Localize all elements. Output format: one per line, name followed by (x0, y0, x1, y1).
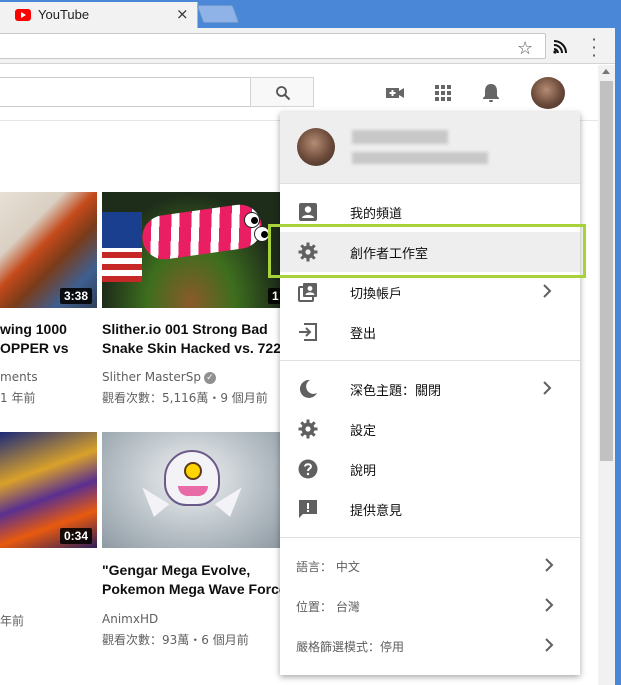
menu-item-switch-account[interactable]: 切換帳戶 (280, 272, 580, 312)
snake-eye (254, 226, 270, 242)
switch-account-icon (298, 283, 317, 302)
menu-item-label: 嚴格篩選模式：停用 (296, 640, 405, 654)
menu-item-label: 提供意見 (350, 504, 403, 519)
moon-icon (299, 379, 317, 398)
menu-item-label: 創作者工作室 (350, 247, 429, 262)
menu-item-settings[interactable]: 設定 (280, 409, 580, 449)
gengar-spike (214, 481, 250, 517)
notifications-bell-icon[interactable] (480, 82, 502, 104)
menu-item-my-channel[interactable]: 我的頻道 (280, 192, 580, 232)
chevron-right-icon (545, 598, 554, 612)
video-thumbnail-1[interactable]: 3:38 (0, 192, 97, 308)
menu-item-label: 設定 (350, 424, 377, 439)
menu-item-sign-out[interactable]: 登出 (280, 312, 580, 352)
page-scrollbar[interactable] (598, 65, 615, 685)
video-meta: 觀看次數：5,116萬・9 個月前 (102, 391, 268, 405)
video-duration: 1 (268, 288, 280, 304)
account-email-redacted (352, 152, 488, 164)
youtube-favicon-icon (15, 9, 31, 21)
search-icon (276, 86, 291, 101)
account-avatar (297, 128, 335, 166)
video-channel[interactable]: AnimxHD (102, 610, 158, 628)
video-meta: 年前 (0, 614, 25, 628)
video-title[interactable]: OPPER vs (0, 339, 68, 358)
address-bar[interactable]: ☆ (0, 33, 546, 59)
video-title[interactable]: "Gengar Mega Evolve, (102, 561, 250, 580)
chevron-right-icon (543, 381, 552, 395)
menu-item-language[interactable]: 語言： 中文 (280, 546, 580, 586)
upload-video-icon[interactable] (384, 82, 406, 104)
snake-image (139, 201, 265, 263)
menu-item-restricted-mode[interactable]: 嚴格篩選模式：停用 (280, 626, 580, 666)
menu-item-label: 語言： 中文 (296, 560, 360, 574)
chevron-right-icon (545, 558, 554, 572)
account-name-redacted (352, 130, 448, 144)
search-input[interactable] (0, 77, 250, 107)
gengar-mouth (178, 486, 208, 496)
snake-eye (244, 212, 260, 228)
video-duration: 0:34 (60, 528, 93, 544)
bookmark-star-icon[interactable]: ☆ (517, 38, 533, 59)
video-title[interactable]: wing 1000 (0, 320, 67, 339)
menu-item-label: 登出 (350, 327, 377, 342)
flag-image (102, 212, 142, 282)
browser-toolbar: ☆ (0, 28, 621, 64)
video-title[interactable]: Pokemon Mega Wave Force (102, 580, 287, 599)
chevron-right-icon (543, 284, 552, 298)
menu-item-help[interactable]: 說明 (280, 449, 580, 489)
video-title[interactable]: Slither.io 001 Strong Bad (102, 320, 268, 339)
account-avatar-button[interactable] (531, 77, 565, 109)
chevron-right-icon (545, 638, 554, 652)
cast-icon[interactable] (553, 38, 571, 54)
browser-menu-icon[interactable]: · · · (590, 32, 598, 64)
new-tab-button[interactable] (196, 5, 240, 23)
scrollbar-thumb[interactable] (600, 81, 613, 461)
video-meta: 觀看次數：93萬・6 個月前 (102, 633, 249, 647)
account-box-icon (299, 203, 317, 221)
sign-out-icon (299, 323, 317, 341)
help-icon (298, 459, 318, 479)
video-channel[interactable]: Slither MasterSp ✓ (102, 368, 216, 386)
scroll-up-arrow-icon[interactable] (602, 69, 610, 74)
search-button[interactable] (250, 77, 314, 107)
verified-check-icon: ✓ (203, 371, 216, 384)
window-frame-edge (615, 28, 621, 685)
menu-item-label: 深色主題：關閉 (350, 384, 442, 399)
gengar-eye (184, 462, 202, 480)
menu-item-label: 我的頻道 (350, 207, 403, 222)
gear-icon (298, 242, 318, 262)
menu-item-label: 切換帳戶 (350, 287, 403, 302)
video-thumbnail-4[interactable] (102, 432, 280, 548)
channel-name: Slither MasterSp (102, 370, 201, 384)
menu-divider (280, 360, 580, 361)
gear-icon (298, 419, 318, 439)
video-meta: 1 年前 (0, 391, 36, 405)
browser-tab-youtube[interactable]: YouTube × (0, 2, 198, 28)
menu-item-location[interactable]: 位置： 台灣 (280, 586, 580, 626)
menu-item-dark-theme[interactable]: 深色主題：關閉 (280, 369, 580, 409)
feedback-icon (299, 500, 317, 518)
video-duration: 3:38 (60, 288, 93, 304)
menu-item-label: 說明 (350, 464, 377, 479)
apps-grid-icon[interactable] (432, 82, 454, 104)
account-menu: 我的頻道 創作者工作室 切換帳戶 登出 深色主題：關閉 設定 說明 提供意見 語… (280, 112, 580, 675)
menu-divider (280, 537, 580, 538)
video-title[interactable]: Snake Skin Hacked vs. 7222 (102, 339, 289, 358)
tab-close-icon[interactable]: × (176, 5, 189, 23)
menu-item-feedback[interactable]: 提供意見 (280, 489, 580, 529)
tab-title: YouTube (38, 7, 90, 22)
video-channel[interactable]: ments (0, 368, 38, 386)
menu-item-label: 位置： 台灣 (296, 600, 360, 614)
account-menu-header (280, 112, 580, 184)
menu-item-creator-studio[interactable]: 創作者工作室 (280, 232, 580, 272)
gengar-image (164, 450, 220, 506)
video-thumbnail-2[interactable]: 1 (102, 192, 280, 308)
video-thumbnail-3[interactable]: 0:34 (0, 432, 97, 548)
